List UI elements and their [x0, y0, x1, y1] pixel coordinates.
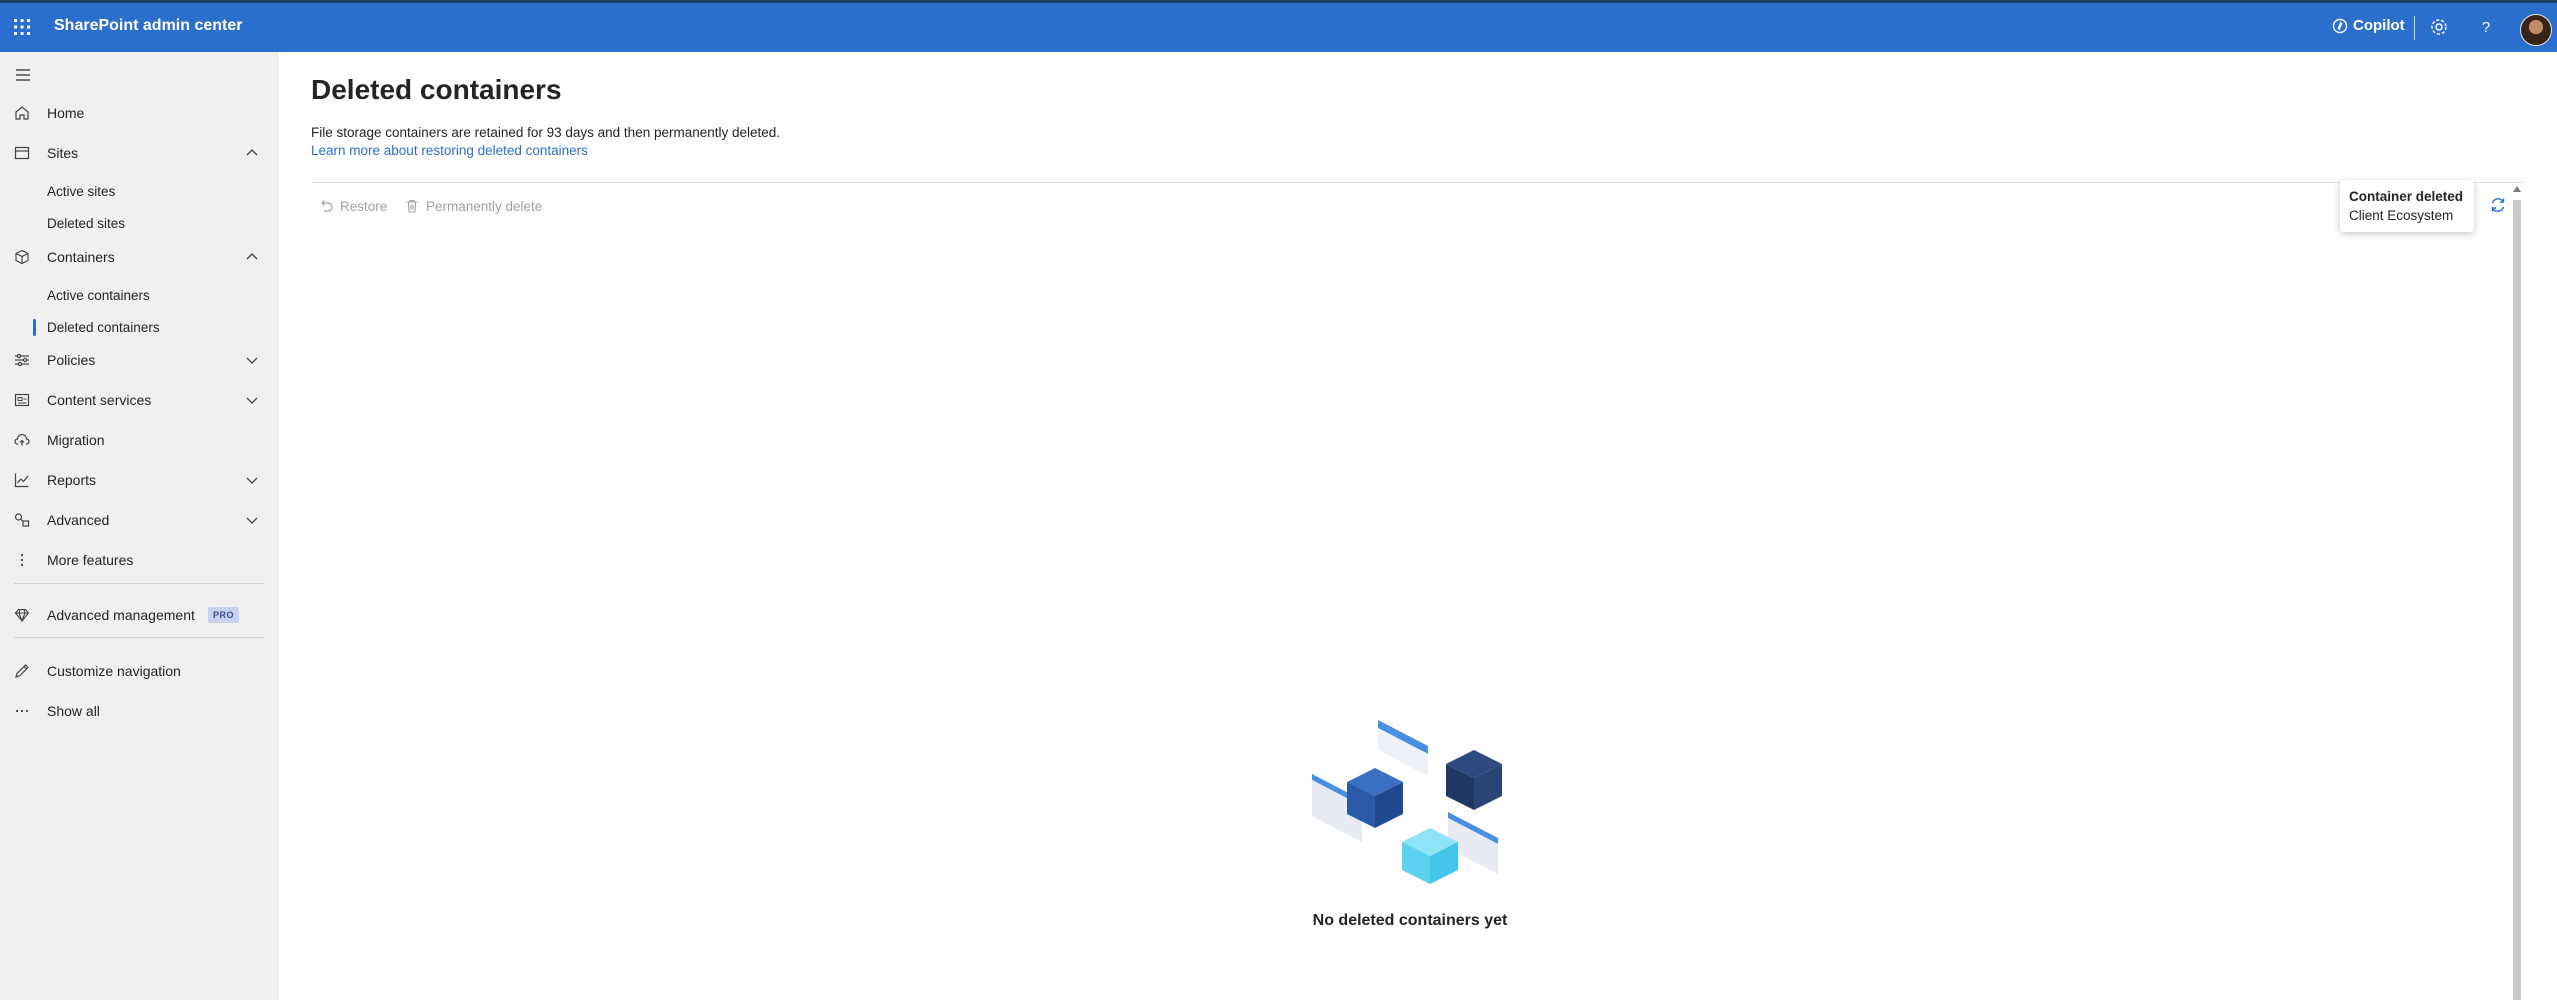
- nav-label-reports: Reports: [47, 472, 97, 488]
- nav-label-deleted-sites: Deleted sites: [47, 215, 126, 231]
- advanced-icon: [14, 513, 30, 527]
- permanently-delete-label: Permanently delete: [426, 198, 543, 214]
- nav-label-active-sites: Active sites: [47, 183, 116, 199]
- pro-badge: PRO: [208, 607, 240, 623]
- reports-chart-icon: [14, 473, 29, 488]
- nav-label-home: Home: [47, 105, 85, 121]
- nav-divider: [14, 637, 264, 638]
- command-bar-divider: [311, 182, 2524, 183]
- learn-more-link[interactable]: Learn more about restoring deleted conta…: [311, 143, 588, 158]
- nav-label-customize-navigation: Customize navigation: [47, 663, 181, 679]
- user-avatar[interactable]: [2520, 14, 2552, 46]
- chevron-down-icon: [246, 477, 258, 484]
- copilot-button[interactable]: Copilot: [2332, 17, 2405, 34]
- topbar-separator: [2414, 16, 2415, 40]
- toast-notification: Container deleted Client Ecosystem: [2340, 180, 2474, 232]
- nav-label-deleted-containers: Deleted containers: [47, 319, 160, 335]
- nav-item-policies[interactable]: Policies: [0, 343, 279, 377]
- nav-label-show-all: Show all: [47, 703, 100, 719]
- nav-item-advanced[interactable]: Advanced: [0, 503, 279, 537]
- nav-label-content-services: Content services: [47, 392, 152, 408]
- sites-icon: [14, 146, 30, 160]
- copilot-icon: [2332, 18, 2348, 33]
- empty-state-message: No deleted containers yet: [1312, 912, 1508, 929]
- chevron-down-icon: [246, 517, 258, 524]
- chevron-down-icon: [246, 397, 258, 404]
- nav-label-policies: Policies: [47, 352, 96, 368]
- toast-subtitle: Client Ecosystem: [2349, 208, 2454, 223]
- nav-item-content-services[interactable]: Content services: [0, 383, 279, 417]
- nav-label-advanced-management: Advanced management: [47, 607, 195, 623]
- permanently-delete-button[interactable]: Permanently delete: [404, 196, 542, 216]
- nav-label-more-features: More features: [47, 552, 134, 568]
- nav-label-active-containers: Active containers: [47, 287, 150, 303]
- containers-icon: [15, 249, 29, 265]
- scroll-up-arrow[interactable]: [2513, 186, 2521, 192]
- toast-title: Container deleted: [2349, 189, 2464, 204]
- cloud-upload-icon: [14, 433, 30, 446]
- restore-label: Restore: [340, 198, 388, 214]
- app-title[interactable]: SharePoint admin center: [54, 17, 243, 35]
- top-bar: SharePoint admin center Copilot ?: [0, 0, 2557, 52]
- trash-icon: [407, 199, 417, 213]
- nav-item-deleted-containers[interactable]: Deleted containers: [0, 312, 279, 342]
- more-vertical-icon: [20, 553, 24, 567]
- nav-item-containers[interactable]: Containers: [0, 240, 279, 274]
- nav-item-advanced-management[interactable]: Advanced management PRO: [0, 598, 279, 632]
- settings-gear-icon[interactable]: [2429, 17, 2449, 37]
- refresh-icon[interactable]: [2488, 195, 2508, 215]
- left-navigation: Home Sites Active sites Deleted sites Co…: [0, 52, 279, 1000]
- empty-state-illustration: [1312, 720, 1502, 884]
- page-title: Deleted containers: [311, 74, 562, 105]
- policies-icon: [15, 353, 29, 367]
- nav-divider: [14, 583, 264, 584]
- nav-label-advanced: Advanced: [47, 512, 110, 528]
- undo-icon: [321, 200, 333, 212]
- nav-item-home[interactable]: Home: [0, 96, 279, 130]
- chevron-up-icon: [246, 149, 258, 156]
- nav-item-deleted-sites[interactable]: Deleted sites: [0, 208, 279, 238]
- diamond-icon: [14, 608, 30, 623]
- nav-item-sites[interactable]: Sites: [0, 136, 279, 170]
- home-icon: [15, 106, 29, 120]
- chevron-down-icon: [246, 357, 258, 364]
- vertical-scrollbar[interactable]: [2510, 184, 2524, 1000]
- content-services-icon: [14, 393, 30, 407]
- nav-item-customize-navigation[interactable]: Customize navigation: [0, 654, 279, 688]
- nav-item-active-sites[interactable]: Active sites: [0, 176, 279, 206]
- nav-item-more-features[interactable]: More features: [0, 543, 279, 577]
- chevron-up-icon: [246, 253, 258, 260]
- nav-item-migration[interactable]: Migration: [0, 423, 279, 457]
- pencil-icon: [15, 664, 29, 678]
- copilot-label: Copilot: [2353, 17, 2405, 34]
- svg-text:?: ?: [2482, 19, 2490, 36]
- nav-label-containers: Containers: [47, 249, 115, 265]
- help-icon[interactable]: ?: [2476, 17, 2496, 37]
- nav-label-sites: Sites: [47, 145, 79, 161]
- scrollbar-thumb[interactable]: [2513, 200, 2521, 1000]
- app-launcher-icon[interactable]: [13, 18, 31, 36]
- restore-button[interactable]: Restore: [318, 196, 387, 216]
- nav-item-show-all[interactable]: Show all: [0, 694, 279, 728]
- page-description: File storage containers are retained for…: [311, 125, 781, 140]
- more-horizontal-icon: [15, 709, 29, 713]
- hamburger-menu-icon[interactable]: [14, 66, 32, 84]
- nav-item-active-containers[interactable]: Active containers: [0, 280, 279, 310]
- nav-item-reports[interactable]: Reports: [0, 463, 279, 497]
- nav-label-migration: Migration: [47, 432, 105, 448]
